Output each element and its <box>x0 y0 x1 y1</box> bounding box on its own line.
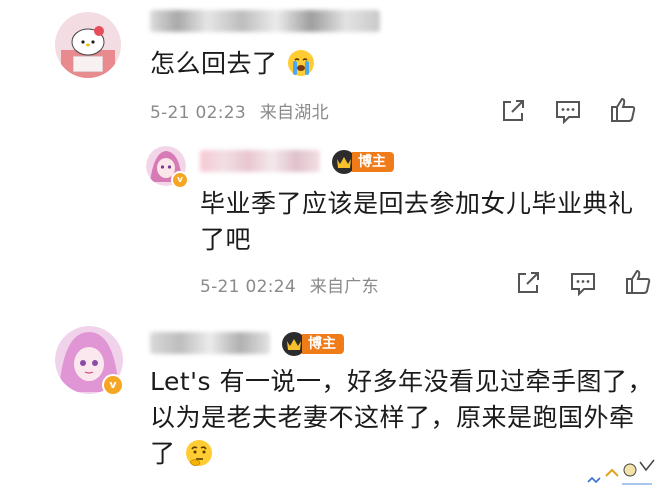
like-icon[interactable] <box>608 95 638 125</box>
comment-meta: 5-21 02:24 来自广东 <box>200 272 379 297</box>
username-blurred[interactable] <box>150 332 270 354</box>
timestamp: 5-21 02:23 <box>150 103 246 123</box>
comment-icon[interactable] <box>568 268 598 298</box>
blogger-badge: 博主 <box>332 150 394 174</box>
comment-text: 怎么回去了 <box>150 46 316 82</box>
avatar[interactable] <box>55 12 121 78</box>
username-blurred[interactable] <box>150 10 380 32</box>
comment-text: 毕业季了应该是回去参加女儿毕业典礼 了吧 <box>200 189 634 254</box>
share-icon[interactable] <box>513 268 543 298</box>
comment-icon[interactable] <box>553 96 583 126</box>
decorative-doodle <box>586 452 660 490</box>
location: 来自广东 <box>309 277 379 297</box>
comment-text: Let's 有一说一，好多年没看见过牵手图了， 以为是老夫老妻不这样了，原来是跑… <box>150 367 654 468</box>
blogger-badge: 博主 <box>282 332 344 356</box>
like-icon[interactable] <box>623 267 653 297</box>
verified-badge: v <box>171 171 189 189</box>
share-icon[interactable] <box>498 96 528 126</box>
crying-face-icon <box>287 50 314 76</box>
thinking-face-icon <box>185 440 212 466</box>
comment-meta: 5-21 02:23 来自湖北 <box>150 98 329 123</box>
timestamp: 5-21 02:24 <box>200 277 296 297</box>
location: 来自湖北 <box>259 103 329 123</box>
verified-badge: v <box>102 374 124 396</box>
username-blurred[interactable] <box>200 150 320 172</box>
